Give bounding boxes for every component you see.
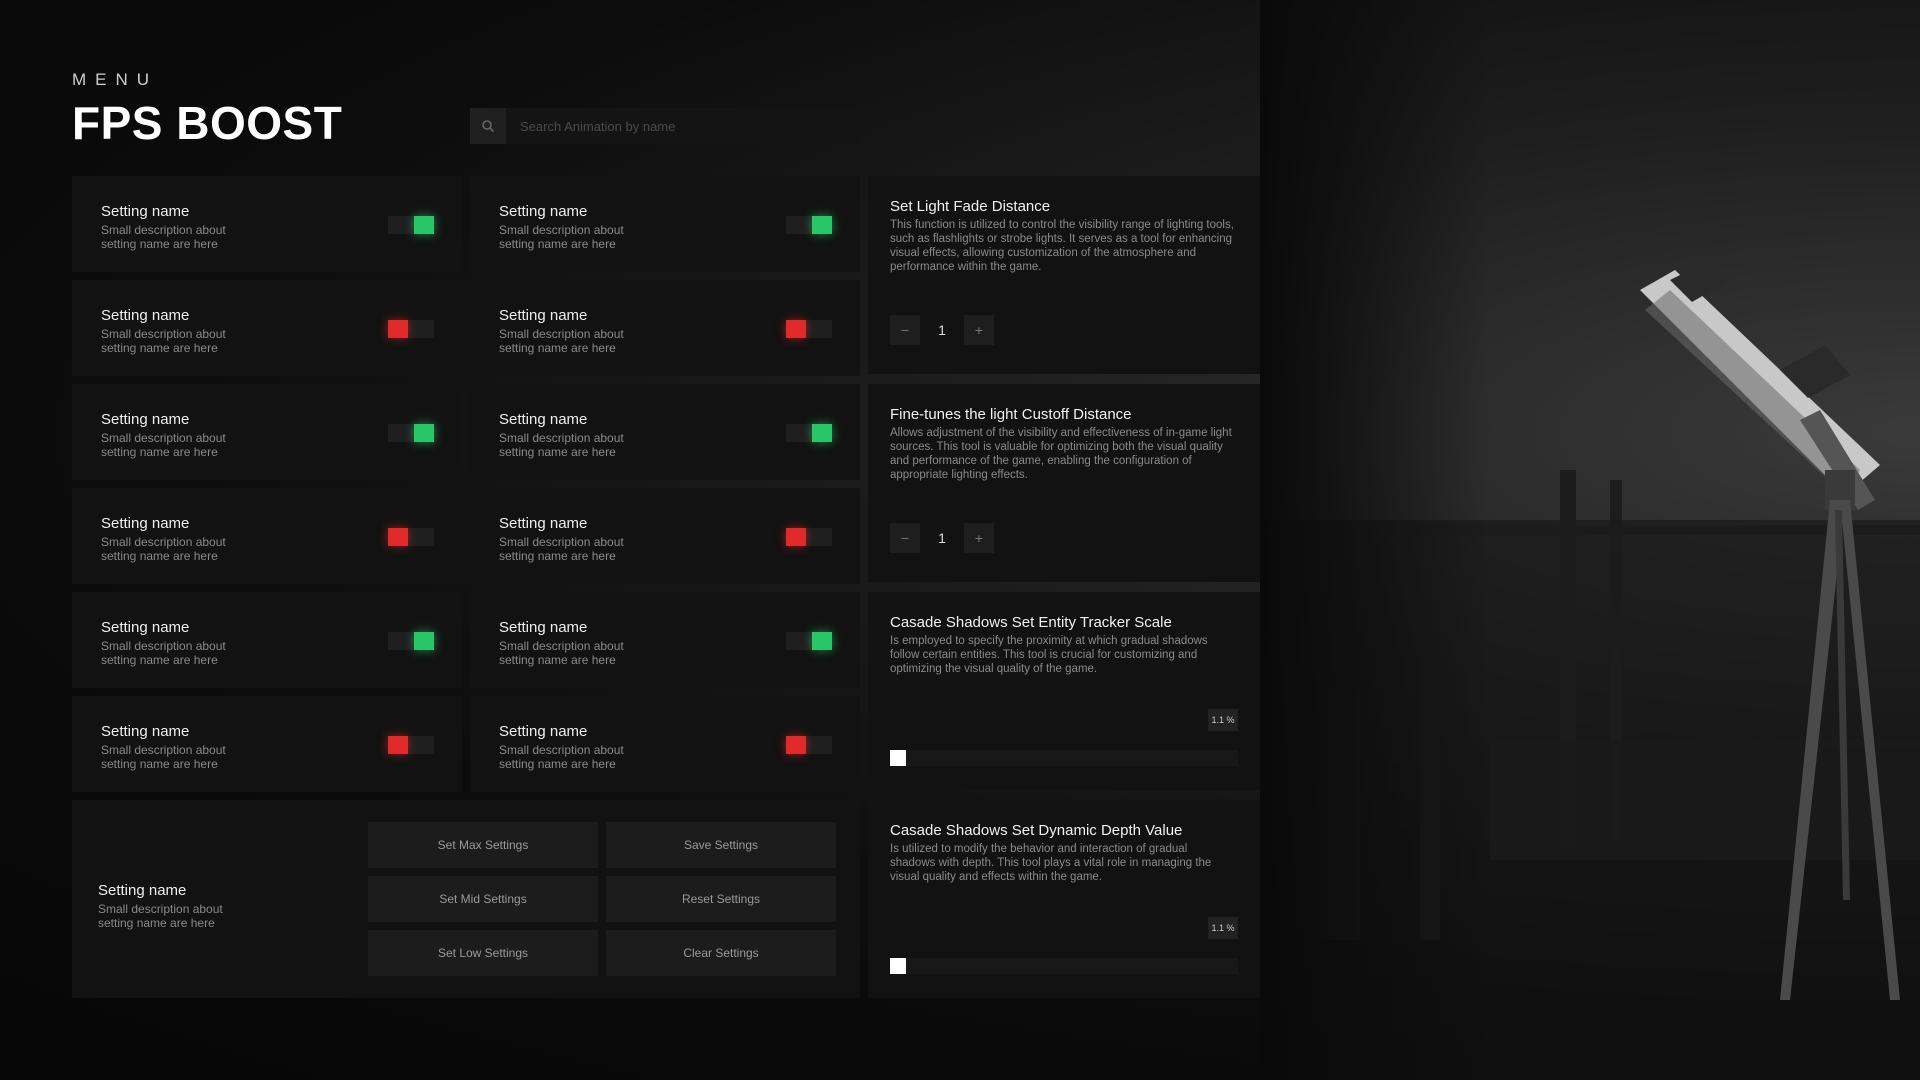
panel-description: Is utilized to modify the behavior and i… <box>890 843 1212 883</box>
setting-description: Small description about setting name are… <box>499 327 624 355</box>
toggle-knob <box>812 424 832 442</box>
setting-card: Setting name Small description about set… <box>470 176 860 272</box>
toggle-knob <box>786 320 806 338</box>
setting-toggle[interactable] <box>786 320 832 338</box>
light-cutoff-stepper: − 1 + <box>890 523 994 553</box>
percentage-badge: 1.1 % <box>1208 917 1238 939</box>
setting-toggle[interactable] <box>388 632 434 650</box>
panel-title: Set Light Fade Distance <box>890 198 1051 215</box>
stepper-value: 1 <box>938 530 946 546</box>
setting-card: Setting name Small description about set… <box>470 280 860 376</box>
toggle-knob <box>388 736 408 754</box>
dynamic-depth-slider[interactable] <box>890 958 1238 974</box>
page-title: FPS BOOST <box>72 97 343 149</box>
setting-description: Small description about setting name are… <box>499 223 624 251</box>
panel-title: Fine-tunes the light Custoff Distance <box>890 406 1132 423</box>
dynamic-depth-panel: Casade Shadows Set Dynamic Depth Value I… <box>868 800 1260 998</box>
setting-card: Setting name Small description about set… <box>72 592 462 688</box>
light-fade-stepper: − 1 + <box>890 315 994 345</box>
setting-description: Small description about setting name are… <box>101 327 226 355</box>
setting-description: Small description about setting name are… <box>499 743 624 771</box>
setting-description: Small description about setting name are… <box>101 431 226 459</box>
panel-title: Casade Shadows Set Entity Tracker Scale <box>890 614 1172 631</box>
panel-description: Allows adjustment of the visibility and … <box>890 427 1232 481</box>
set-max-settings-button[interactable]: Set Max Settings <box>368 822 598 868</box>
toggle-knob <box>414 424 434 442</box>
toggle-knob <box>812 632 832 650</box>
toggle-knob <box>812 216 832 234</box>
setting-toggle[interactable] <box>388 216 434 234</box>
toggle-knob <box>388 320 408 338</box>
setting-toggle[interactable] <box>388 736 434 754</box>
set-low-settings-button[interactable]: Set Low Settings <box>368 930 598 976</box>
setting-card: Setting name Small description about set… <box>72 488 462 584</box>
entity-tracker-panel: Casade Shadows Set Entity Tracker Scale … <box>868 592 1260 790</box>
toggle-knob <box>786 528 806 546</box>
slider-track <box>890 750 1238 766</box>
light-cutoff-panel: Fine-tunes the light Custoff Distance Al… <box>868 384 1260 582</box>
setting-description: Small description about setting name are… <box>499 639 624 667</box>
setting-toggle[interactable] <box>388 320 434 338</box>
decrement-button[interactable]: − <box>890 523 920 553</box>
setting-description: Small description about setting name are… <box>98 902 223 930</box>
preset-card: Setting name Small description about set… <box>72 800 860 998</box>
setting-card: Setting name Small description about set… <box>72 384 462 480</box>
panel-description: This function is utilized to control the… <box>890 219 1234 273</box>
reset-settings-button[interactable]: Reset Settings <box>606 876 836 922</box>
panel-description: Is employed to specify the proximity at … <box>890 635 1208 675</box>
setting-card: Setting name Small description about set… <box>470 488 860 584</box>
search-bar <box>470 107 860 145</box>
search-icon[interactable] <box>470 108 506 144</box>
increment-button[interactable]: + <box>964 315 994 345</box>
setting-name: Setting name <box>98 882 187 899</box>
setting-description: Small description about setting name are… <box>101 743 226 771</box>
save-settings-button[interactable]: Save Settings <box>606 822 836 868</box>
setting-toggle[interactable] <box>786 736 832 754</box>
slider-track <box>890 958 1238 974</box>
light-fade-panel: Set Light Fade Distance This function is… <box>868 176 1260 374</box>
panel-title: Casade Shadows Set Dynamic Depth Value <box>890 822 1183 839</box>
preset-label: Setting name Small description about set… <box>98 882 258 930</box>
telescope-background-image <box>1260 0 1920 1080</box>
setting-toggle[interactable] <box>786 528 832 546</box>
setting-description: Small description about setting name are… <box>499 431 624 459</box>
setting-card: Setting name Small description about set… <box>470 384 860 480</box>
entity-tracker-slider[interactable] <box>890 750 1238 766</box>
set-mid-settings-button[interactable]: Set Mid Settings <box>368 876 598 922</box>
toggle-knob <box>786 736 806 754</box>
setting-description: Small description about setting name are… <box>101 223 226 251</box>
slider-thumb[interactable] <box>890 958 906 974</box>
increment-button[interactable]: + <box>964 523 994 553</box>
setting-toggle[interactable] <box>786 424 832 442</box>
slider-thumb[interactable] <box>890 750 906 766</box>
menu-label: MENU <box>72 70 159 89</box>
stepper-value: 1 <box>938 322 946 338</box>
setting-description: Small description about setting name are… <box>499 535 624 563</box>
setting-card: Setting name Small description about set… <box>470 592 860 688</box>
setting-card: Setting name Small description about set… <box>470 696 860 792</box>
toggle-knob <box>414 216 434 234</box>
clear-settings-button[interactable]: Clear Settings <box>606 930 836 976</box>
toggle-knob <box>388 528 408 546</box>
setting-toggle[interactable] <box>388 424 434 442</box>
percentage-badge: 1.1 % <box>1208 709 1238 731</box>
setting-toggle[interactable] <box>786 632 832 650</box>
decrement-button[interactable]: − <box>890 315 920 345</box>
toggle-knob <box>414 632 434 650</box>
setting-toggle[interactable] <box>388 528 434 546</box>
setting-description: Small description about setting name are… <box>101 639 226 667</box>
setting-description: Small description about setting name are… <box>101 535 226 563</box>
setting-card: Setting name Small description about set… <box>72 696 462 792</box>
setting-toggle[interactable] <box>786 216 832 234</box>
setting-card: Setting name Small description about set… <box>72 280 462 376</box>
setting-card: Setting name Small description about set… <box>72 176 462 272</box>
search-input[interactable] <box>506 107 860 145</box>
